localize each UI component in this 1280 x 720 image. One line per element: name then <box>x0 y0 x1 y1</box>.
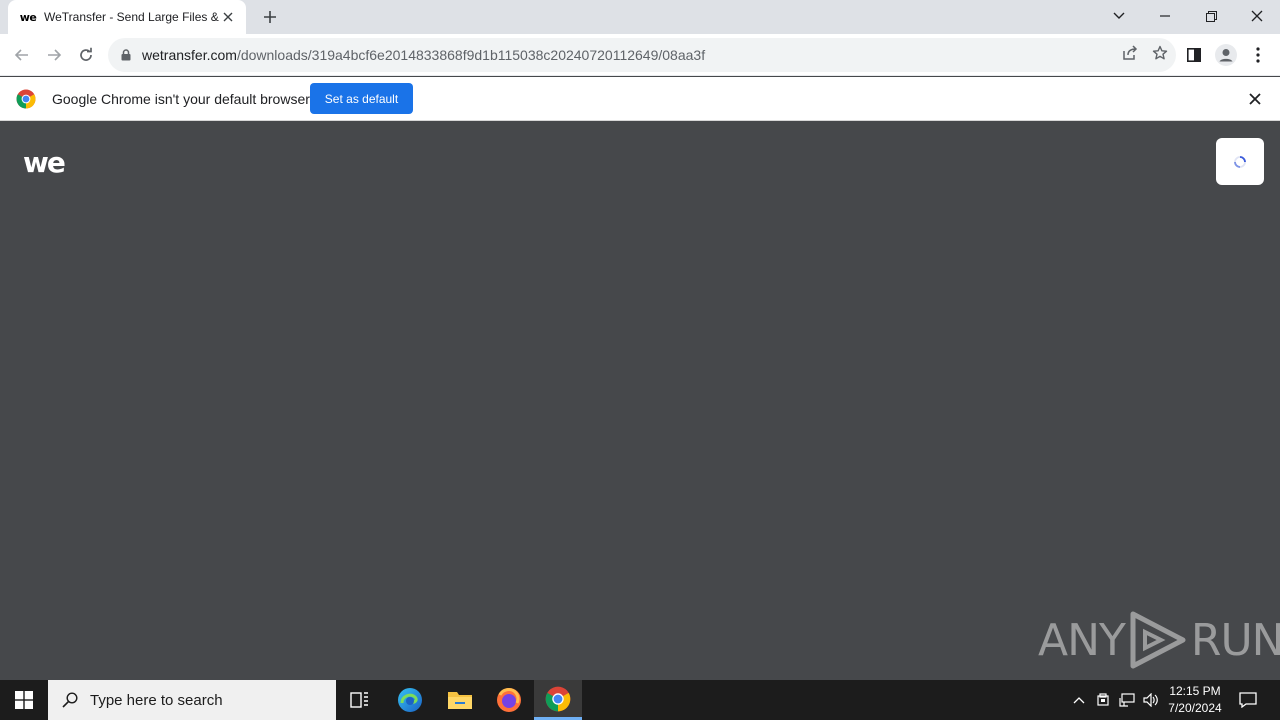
loading-indicator <box>1216 138 1264 185</box>
system-clock[interactable]: 12:15 PM 7/20/2024 <box>1162 683 1228 717</box>
chrome-icon[interactable] <box>534 680 582 720</box>
volume-icon[interactable] <box>1140 680 1162 720</box>
search-placeholder: Type here to search <box>90 691 223 709</box>
windows-logo-icon <box>15 691 33 709</box>
notification-center-icon[interactable] <box>1232 680 1264 720</box>
edge-icon[interactable] <box>386 680 434 720</box>
firefox-icon[interactable] <box>485 680 533 720</box>
profile-icon[interactable] <box>1210 39 1242 71</box>
browser-tab[interactable]: we WeTransfer - Send Large Files & <box>8 0 246 34</box>
spinner-icon <box>1234 155 1246 168</box>
browser-toolbar: wetransfer.com/downloads/319a4bcf6e20148… <box>0 34 1280 76</box>
clock-date: 7/20/2024 <box>1168 701 1222 715</box>
minimize-icon[interactable] <box>1142 0 1188 32</box>
url-host: wetransfer.com <box>142 47 237 63</box>
reload-icon[interactable] <box>70 39 102 71</box>
taskbar-search-box[interactable]: Type here to search <box>48 680 336 720</box>
anyrun-watermark: ANY RUN <box>1038 610 1280 670</box>
file-explorer-icon[interactable] <box>436 680 484 720</box>
wetransfer-favicon-icon: we <box>19 10 37 24</box>
clock-time: 12:15 PM <box>1169 684 1221 698</box>
tab-search-chevron-down-icon[interactable] <box>1096 0 1142 32</box>
forward-icon[interactable] <box>38 39 70 71</box>
address-bar[interactable]: wetransfer.com/downloads/319a4bcf6e20148… <box>108 38 1176 72</box>
infobar-close-icon[interactable] <box>1246 90 1264 108</box>
menu-icon[interactable] <box>1242 39 1274 71</box>
tab-strip: we WeTransfer - Send Large Files & <box>0 0 1280 34</box>
page-content: we ANY RUN <box>0 122 1280 680</box>
back-icon[interactable] <box>6 39 38 71</box>
start-button[interactable] <box>0 680 48 720</box>
network-icon[interactable] <box>1115 680 1139 720</box>
set-as-default-button[interactable]: Set as default <box>310 83 413 114</box>
device-icon[interactable] <box>1092 680 1114 720</box>
play-logo-icon <box>1130 611 1186 669</box>
wetransfer-logo[interactable]: we <box>23 149 66 177</box>
watermark-left-text: ANY <box>1038 614 1126 666</box>
restore-icon[interactable] <box>1188 0 1234 32</box>
side-panel-icon[interactable] <box>1178 39 1210 71</box>
url-text: wetransfer.com/downloads/319a4bcf6e20148… <box>142 47 705 63</box>
tab-title: WeTransfer - Send Large Files & <box>44 10 219 24</box>
share-icon[interactable] <box>1122 44 1138 66</box>
show-hidden-icons-chevron-up-icon[interactable] <box>1068 680 1090 720</box>
url-path: /downloads/319a4bcf6e2014833868f9d1b1150… <box>236 47 706 63</box>
default-browser-infobar: Google Chrome isn't your default browser… <box>0 77 1280 121</box>
chrome-logo-icon <box>16 89 36 109</box>
infobar-message: Google Chrome isn't your default browser <box>52 91 310 107</box>
bookmark-star-icon[interactable] <box>1152 45 1168 66</box>
watermark-right-text: RUN <box>1190 614 1280 666</box>
new-tab-button[interactable] <box>258 5 282 29</box>
tab-close-icon[interactable] <box>220 9 236 25</box>
close-window-icon[interactable] <box>1234 0 1280 32</box>
search-icon <box>62 692 78 708</box>
lock-icon[interactable] <box>120 48 132 62</box>
task-view-icon[interactable] <box>336 680 384 720</box>
windows-taskbar: Type here to search 12:15 PM 7/20/2024 <box>0 680 1280 720</box>
